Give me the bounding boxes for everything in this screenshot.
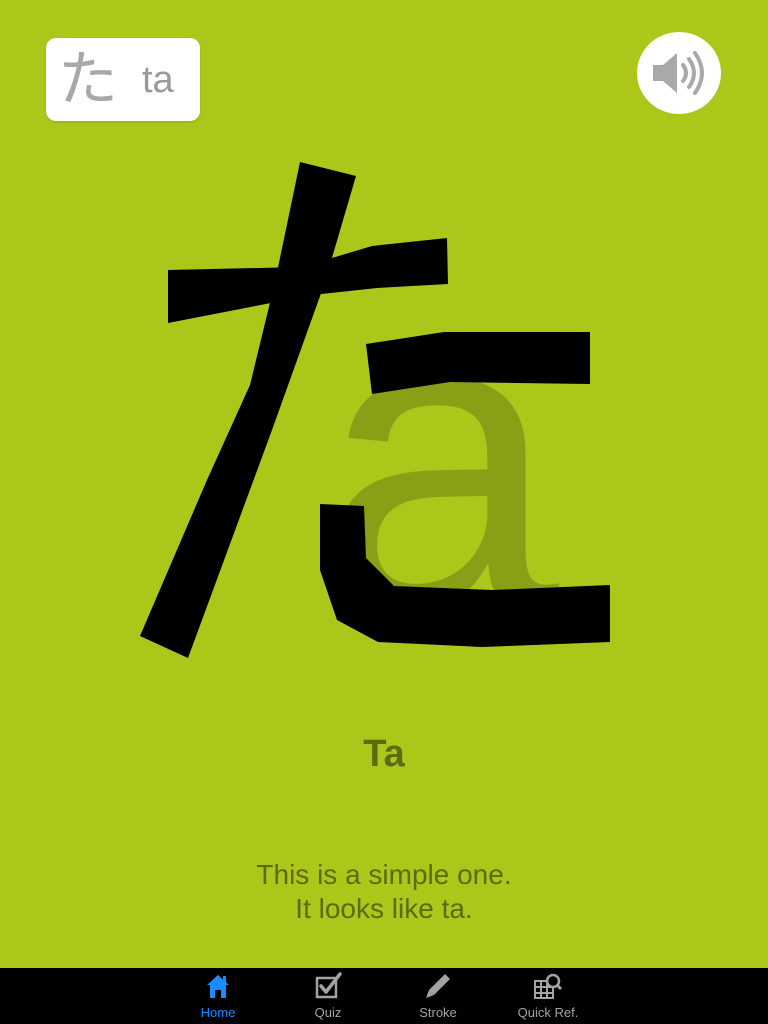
card-description: This is a simple one. It looks like ta. <box>0 858 768 926</box>
character-artwork: a <box>132 160 640 675</box>
tab-quiz[interactable]: Quiz <box>286 968 370 1024</box>
stroke-diagonal <box>140 162 356 658</box>
tab-bar: Home Quiz Stroke Quick Ref. <box>0 968 768 1024</box>
tab-stroke-label: Stroke <box>419 1005 457 1020</box>
checkbox-icon <box>315 972 342 999</box>
tab-quick-ref-label: Quick Ref. <box>517 1005 579 1020</box>
tab-home[interactable]: Home <box>176 968 260 1024</box>
kana-strokes <box>140 162 610 658</box>
tab-stroke[interactable]: Stroke <box>396 968 480 1024</box>
home-icon <box>207 975 229 998</box>
grid-search-icon <box>534 973 562 999</box>
tab-quick-ref[interactable]: Quick Ref. <box>506 968 590 1024</box>
flashcard-screen: た ta a Ta This is a simple one. It looks… <box>0 0 768 968</box>
stroke-bottom-curve <box>320 504 610 647</box>
play-sound-button[interactable] <box>637 32 721 114</box>
pencil-icon <box>426 974 450 998</box>
speaker-icon <box>653 51 704 95</box>
stroke-short-horizontal <box>366 332 590 394</box>
tab-quiz-label: Quiz <box>314 1005 342 1020</box>
description-line-2: It looks like ta. <box>295 893 473 924</box>
romaji-label: ta <box>142 59 174 101</box>
card-title: Ta <box>363 733 405 775</box>
kana-character: た <box>58 45 118 115</box>
description-line-1: This is a simple one. <box>256 859 512 890</box>
kana-badge: た ta <box>46 38 200 121</box>
tab-home-label: Home <box>200 1005 236 1020</box>
